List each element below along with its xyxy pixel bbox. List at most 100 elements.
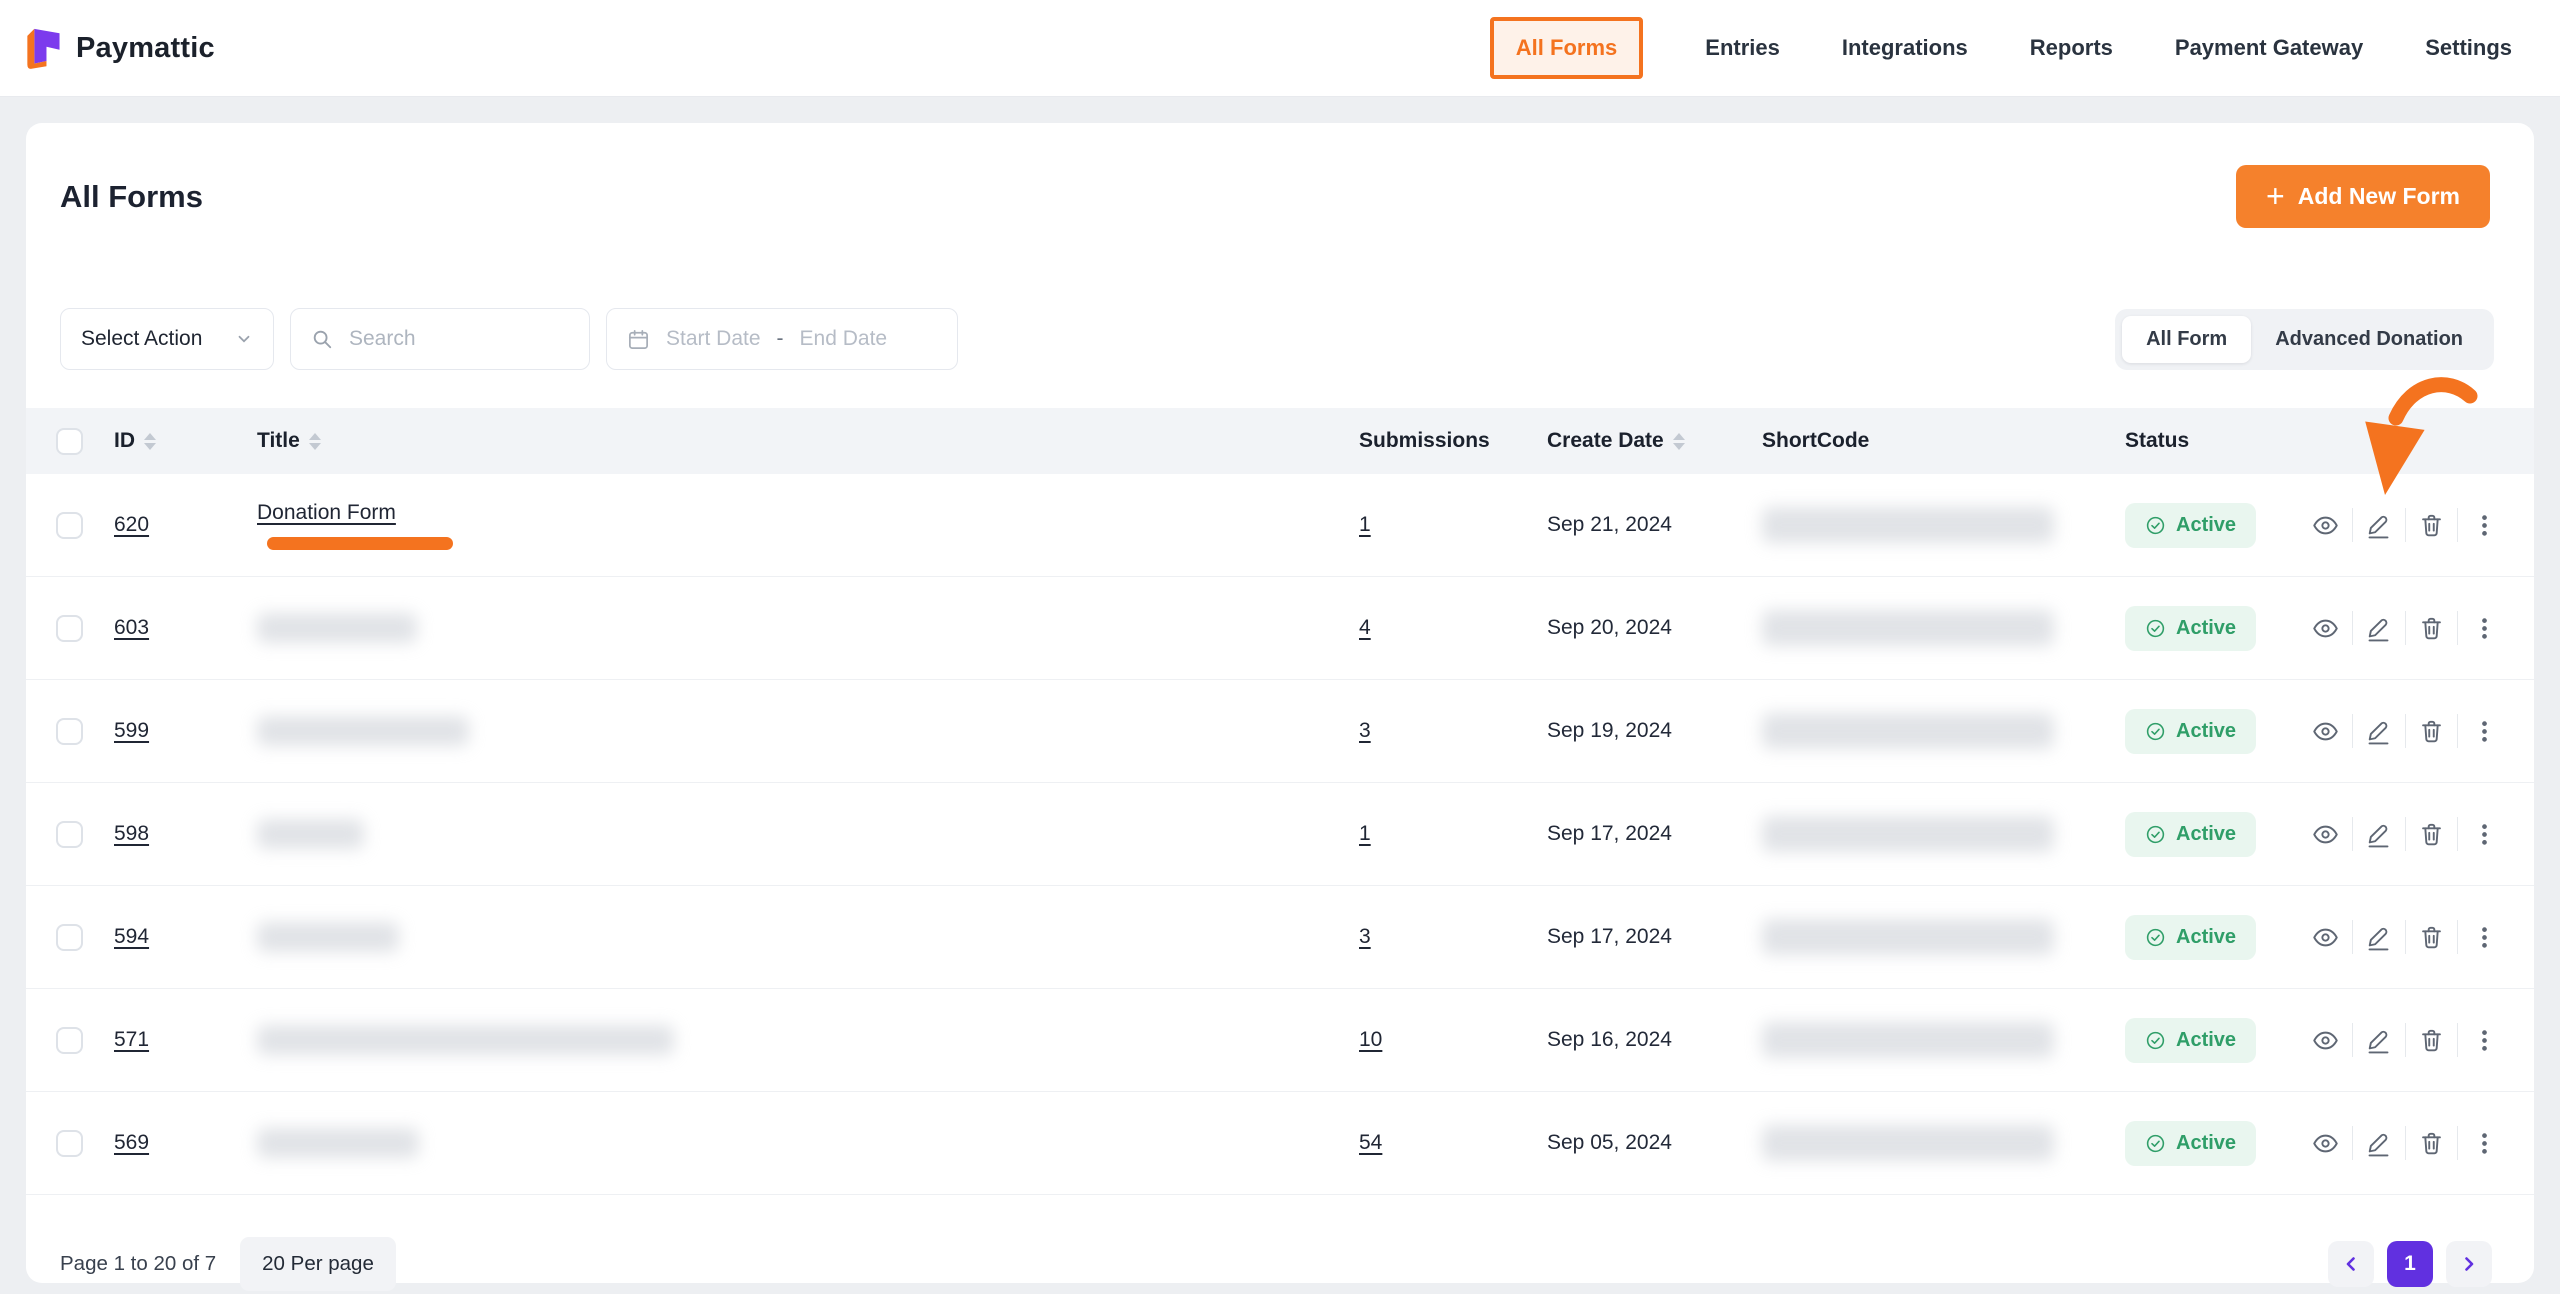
redacted-shortcode	[1762, 610, 2054, 646]
column-header-shortcode: ShortCode	[1762, 429, 2125, 453]
card-header: All Forms + Add New Form	[26, 123, 2534, 228]
status-badge: Active	[2125, 1018, 2256, 1063]
table-row: 620 Donation Form 1 Sep 21, 2024	[26, 474, 2534, 577]
check-circle-icon	[2145, 618, 2166, 639]
previous-page-button[interactable]	[2328, 1241, 2374, 1287]
form-title-link[interactable]: Donation Form	[257, 501, 396, 525]
submissions-count-link[interactable]: 54	[1359, 1131, 1382, 1155]
view-button[interactable]	[2300, 600, 2352, 656]
delete-button[interactable]	[2406, 1012, 2458, 1068]
form-id-link[interactable]: 599	[114, 719, 149, 743]
search-icon	[311, 328, 333, 350]
select-action-dropdown[interactable]: Select Action	[60, 308, 274, 370]
more-button[interactable]	[2458, 1115, 2510, 1171]
row-checkbox[interactable]	[56, 924, 83, 951]
row-checkbox[interactable]	[56, 1130, 83, 1157]
column-header-title[interactable]: Title	[257, 429, 1359, 453]
all-forms-card: All Forms + Add New Form Select Action	[26, 123, 2534, 1283]
submissions-count-link[interactable]: 10	[1359, 1028, 1382, 1052]
more-button[interactable]	[2458, 703, 2510, 759]
current-page-button[interactable]: 1	[2387, 1241, 2433, 1287]
edit-button[interactable]	[2353, 600, 2405, 656]
delete-button[interactable]	[2406, 600, 2458, 656]
form-id-link[interactable]: 569	[114, 1131, 149, 1155]
column-header-submissions: Submissions	[1359, 429, 1547, 453]
form-id-link[interactable]: 598	[114, 822, 149, 846]
annotation-underline	[267, 537, 453, 550]
row-checkbox[interactable]	[56, 615, 83, 642]
delete-button[interactable]	[2406, 1115, 2458, 1171]
submissions-count-link[interactable]: 4	[1359, 616, 1371, 640]
view-button[interactable]	[2300, 909, 2352, 965]
status-badge: Active	[2125, 1121, 2256, 1166]
form-id-link[interactable]: 620	[114, 513, 149, 537]
view-button[interactable]	[2300, 497, 2352, 553]
more-button[interactable]	[2458, 497, 2510, 553]
toggle-all-form[interactable]: All Form	[2122, 316, 2251, 363]
nav-item-label[interactable]: All Forms	[1516, 35, 1617, 61]
more-button[interactable]	[2458, 909, 2510, 965]
delete-button[interactable]	[2406, 909, 2458, 965]
delete-button[interactable]	[2406, 703, 2458, 759]
row-checkbox[interactable]	[56, 821, 83, 848]
nav-item-label[interactable]: Payment Gateway	[2175, 35, 2363, 61]
redacted-shortcode	[1762, 1125, 2054, 1161]
nav-item-label[interactable]: Reports	[2030, 35, 2113, 61]
column-header-id[interactable]: ID	[114, 429, 257, 453]
select-all-checkbox[interactable]	[56, 428, 83, 455]
row-checkbox[interactable]	[56, 512, 83, 539]
nav-item-label[interactable]: Settings	[2425, 35, 2512, 61]
view-button[interactable]	[2300, 806, 2352, 862]
edit-button[interactable]	[2353, 1115, 2405, 1171]
view-button[interactable]	[2300, 703, 2352, 759]
more-button[interactable]	[2458, 600, 2510, 656]
form-id-link[interactable]: 571	[114, 1028, 149, 1052]
form-id-link[interactable]: 603	[114, 616, 149, 640]
view-button[interactable]	[2300, 1012, 2352, 1068]
view-button[interactable]	[2300, 1115, 2352, 1171]
edit-button[interactable]	[2353, 806, 2405, 862]
page-summary: Page 1 to 20 of 7	[60, 1252, 216, 1276]
edit-button[interactable]	[2353, 1012, 2405, 1068]
status-badge: Active	[2125, 915, 2256, 960]
row-checkbox[interactable]	[56, 1027, 83, 1054]
delete-button[interactable]	[2406, 497, 2458, 553]
toggle-advanced-donation[interactable]: Advanced Donation	[2251, 316, 2487, 363]
next-page-button[interactable]	[2446, 1241, 2492, 1287]
column-header-create-date[interactable]: Create Date	[1547, 429, 1762, 453]
nav-item-label[interactable]: Integrations	[1842, 35, 1968, 61]
edit-button[interactable]	[2353, 497, 2405, 553]
status-badge: Active	[2125, 812, 2256, 857]
delete-button[interactable]	[2406, 806, 2458, 862]
date-range-picker[interactable]: Start Date - End Date	[606, 308, 958, 370]
create-date: Sep 17, 2024	[1547, 925, 1672, 949]
filter-controls: Select Action Start Date -	[60, 308, 958, 370]
form-id-link[interactable]: 594	[114, 925, 149, 949]
redacted-form-title	[257, 819, 364, 849]
edit-button[interactable]	[2353, 909, 2405, 965]
submissions-count-link[interactable]: 3	[1359, 719, 1371, 743]
sort-icon	[1673, 433, 1685, 450]
more-button[interactable]	[2458, 806, 2510, 862]
search-input[interactable]	[347, 326, 569, 352]
brand-name: Paymattic	[76, 32, 215, 65]
redacted-shortcode	[1762, 713, 2054, 749]
redacted-shortcode	[1762, 919, 2054, 955]
table-row: 603 4 Sep 20, 2024 Acti	[26, 577, 2534, 680]
chevron-down-icon	[235, 330, 253, 348]
submissions-count-link[interactable]: 1	[1359, 513, 1371, 537]
per-page-dropdown[interactable]: 20 Per page	[240, 1237, 396, 1291]
nav-item-label[interactable]: Entries	[1705, 35, 1780, 61]
forms-table: ID Title Submissions Create Date ShortCo…	[26, 408, 2534, 1195]
nav-item-all-forms: All Forms	[1490, 17, 1643, 79]
brand: Paymattic	[23, 26, 215, 70]
submissions-count-link[interactable]: 3	[1359, 925, 1371, 949]
redacted-shortcode	[1762, 507, 2054, 543]
row-checkbox[interactable]	[56, 718, 83, 745]
redacted-shortcode	[1762, 1022, 2054, 1058]
more-button[interactable]	[2458, 1012, 2510, 1068]
add-new-form-button[interactable]: + Add New Form	[2236, 165, 2490, 228]
edit-button[interactable]	[2353, 703, 2405, 759]
nav-item-reports: Reports	[2030, 35, 2113, 61]
submissions-count-link[interactable]: 1	[1359, 822, 1371, 846]
